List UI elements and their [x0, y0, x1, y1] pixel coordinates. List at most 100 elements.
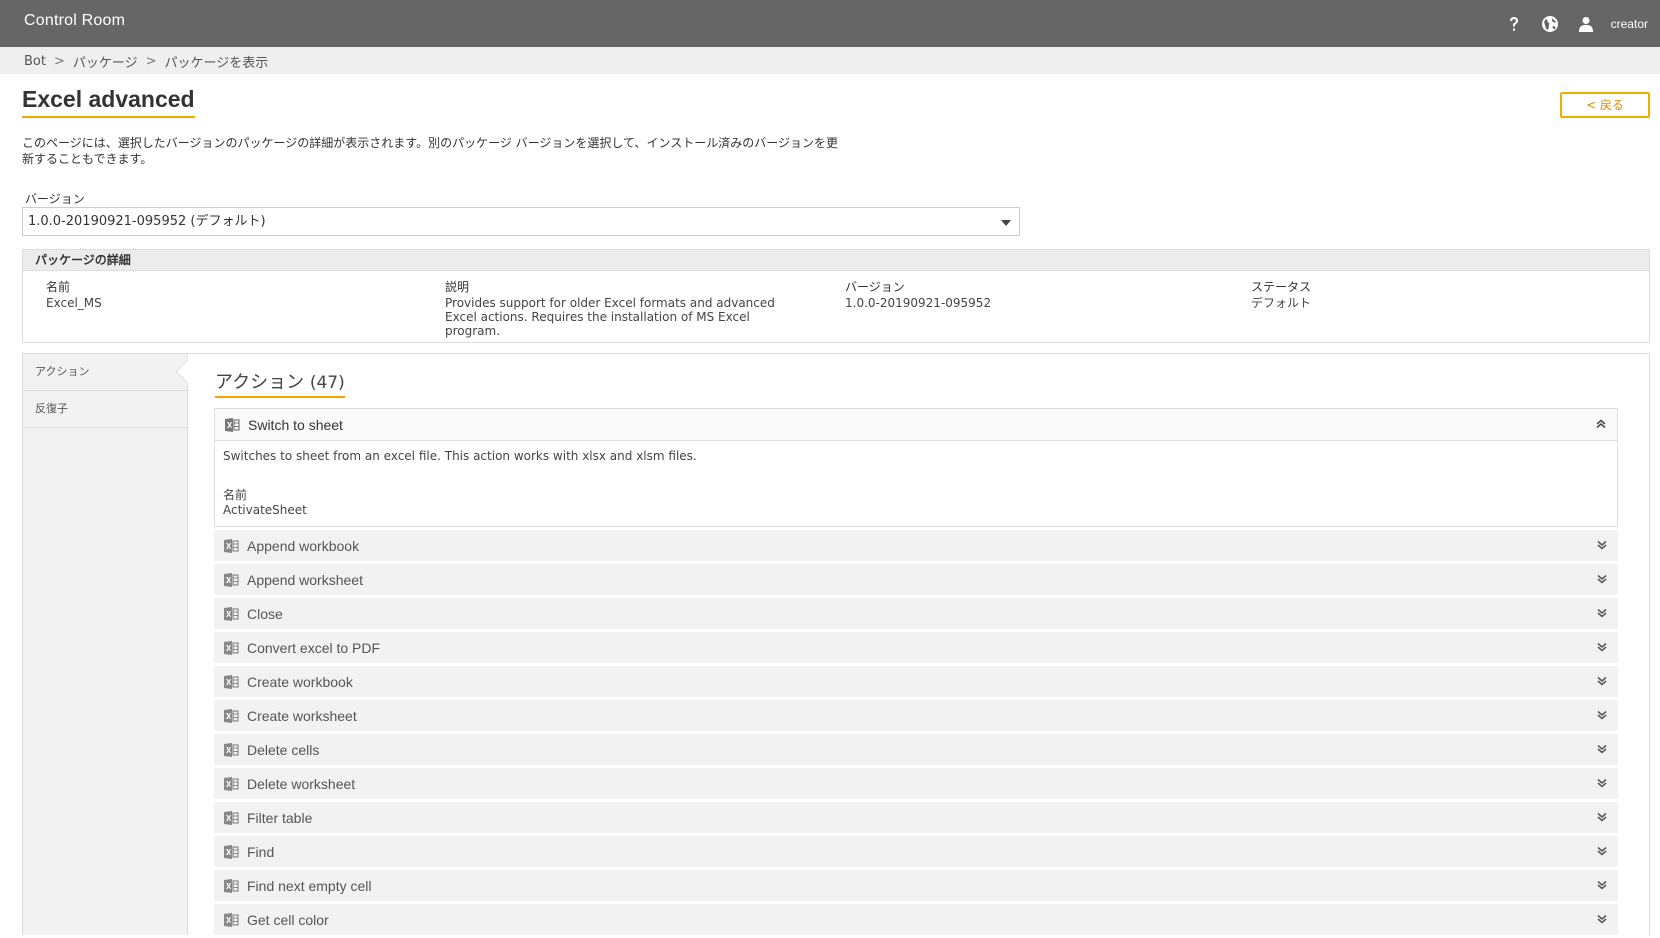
- top-right-tools: creator: [1503, 0, 1648, 47]
- action-item: Get cell color: [214, 904, 1618, 935]
- action-header[interactable]: Convert excel to PDF: [214, 632, 1618, 663]
- package-details: パッケージの詳細 名前 Excel_MS 説明 Provides support…: [22, 249, 1650, 343]
- side-nav: アクション 反復子: [23, 354, 188, 935]
- actions-heading: アクション (47): [215, 368, 345, 398]
- action-header[interactable]: Delete cells: [214, 734, 1618, 765]
- action-item: Filter table: [214, 802, 1618, 833]
- user-icon[interactable]: [1575, 13, 1597, 35]
- chevron-down-icon: [1597, 676, 1607, 686]
- action-item: Convert excel to PDF: [214, 632, 1618, 663]
- action-item: Append workbook: [214, 530, 1618, 561]
- excel-icon: [224, 674, 239, 689]
- excel-icon: [225, 417, 240, 432]
- actions-count: (47): [309, 373, 345, 393]
- version-label: バージョン: [25, 192, 85, 206]
- action-item: Create workbook: [214, 666, 1618, 697]
- breadcrumb-separator: >: [53, 54, 65, 69]
- chevron-down-icon: [1597, 812, 1607, 822]
- detail-description-value: Provides support for older Excel formats…: [445, 296, 775, 338]
- excel-icon: [224, 606, 239, 621]
- action-item: Create worksheet: [214, 700, 1618, 731]
- excel-icon: [224, 810, 239, 825]
- detail-name-value: Excel_MS: [46, 296, 102, 310]
- excel-icon: [224, 844, 239, 859]
- action-item: Close: [214, 598, 1618, 629]
- excel-icon: [224, 912, 239, 927]
- excel-icon: [224, 776, 239, 791]
- top-bar: Control Room creator: [0, 0, 1660, 47]
- breadcrumb: Bot > パッケージ > パッケージを表示: [24, 52, 268, 71]
- action-name: Append worksheet: [247, 571, 363, 588]
- action-item: Delete cells: [214, 734, 1618, 765]
- page-title: Excel advanced: [22, 86, 195, 118]
- action-item: Delete worksheet: [214, 768, 1618, 799]
- action-header[interactable]: Get cell color: [214, 904, 1618, 935]
- action-header[interactable]: Append worksheet: [214, 564, 1618, 595]
- action-name: Close: [247, 605, 283, 622]
- action-header[interactable]: Append workbook: [214, 530, 1618, 561]
- action-name: Filter table: [247, 809, 313, 826]
- chevron-down-icon: [1597, 574, 1607, 584]
- action-item: Find next empty cell: [214, 870, 1618, 901]
- sidebar-item-iterators[interactable]: 反復子: [23, 391, 187, 428]
- chevron-down-icon: [1597, 642, 1607, 652]
- action-name-label: 名前: [223, 488, 248, 502]
- detail-version-value: 1.0.0-20190921-095952: [845, 296, 992, 310]
- action-header[interactable]: Find next empty cell: [214, 870, 1618, 901]
- caret-down-icon: [1001, 220, 1011, 226]
- action-name: Convert excel to PDF: [247, 639, 381, 656]
- action-header[interactable]: Create worksheet: [214, 700, 1618, 731]
- detail-description: 説明 Provides support for older Excel form…: [445, 280, 785, 338]
- detail-status-value: デフォルト: [1251, 296, 1312, 310]
- action-description: Switches to sheet from an excel file. Th…: [223, 449, 697, 463]
- username[interactable]: creator: [1611, 17, 1648, 31]
- action-name: Create workbook: [247, 673, 353, 690]
- action-details: Switches to sheet from an excel file. Th…: [215, 441, 1617, 526]
- chevron-down-icon: [1597, 710, 1607, 720]
- excel-icon: [224, 742, 239, 757]
- chevron-down-icon: [1597, 608, 1607, 618]
- detail-status: ステータス デフォルト: [1251, 280, 1551, 310]
- version-select-value: 1.0.0-20190921-095952 (デフォルト): [28, 214, 266, 229]
- chevron-down-icon: [1597, 914, 1607, 924]
- sidebar-item-actions[interactable]: アクション: [23, 354, 187, 391]
- actions-heading-label: アクション: [215, 372, 305, 393]
- actions-list: Switch to sheet Switches to sheet from a…: [214, 408, 1618, 938]
- chevron-down-icon: [1597, 880, 1607, 890]
- action-internal-name: ActivateSheet: [223, 503, 307, 517]
- breadcrumb-separator: >: [145, 54, 157, 69]
- detail-name: 名前 Excel_MS: [46, 280, 406, 310]
- action-header[interactable]: Create workbook: [214, 666, 1618, 697]
- action-name: Get cell color: [247, 911, 329, 928]
- action-name: Find: [247, 843, 275, 860]
- globe-icon[interactable]: [1539, 13, 1561, 35]
- action-name: Find next empty cell: [247, 877, 372, 894]
- breadcrumb-bar: Bot > パッケージ > パッケージを表示: [0, 47, 1660, 74]
- breadcrumb-bot[interactable]: Bot: [24, 54, 46, 69]
- action-name: Append workbook: [247, 537, 360, 554]
- detail-name-label: 名前: [46, 280, 71, 294]
- detail-version: バージョン 1.0.0-20190921-095952: [845, 280, 1205, 310]
- breadcrumb-current: パッケージを表示: [164, 56, 269, 71]
- chevron-down-icon: [1597, 778, 1607, 788]
- action-header[interactable]: Filter table: [214, 802, 1618, 833]
- chevron-down-icon: [1597, 744, 1607, 754]
- excel-icon: [224, 538, 239, 553]
- excel-icon: [224, 878, 239, 893]
- action-header[interactable]: Switch to sheet: [215, 409, 1617, 441]
- excel-icon: [224, 572, 239, 587]
- action-name: Delete worksheet: [247, 775, 356, 792]
- action-name: Create worksheet: [247, 707, 357, 724]
- action-header[interactable]: Close: [214, 598, 1618, 629]
- excel-icon: [224, 708, 239, 723]
- action-header[interactable]: Find: [214, 836, 1618, 867]
- help-icon[interactable]: [1503, 13, 1525, 35]
- detail-description-label: 説明: [445, 280, 470, 294]
- action-name: Delete cells: [247, 741, 320, 758]
- actions-panel: アクション 反復子 アクション (47) Switch to sheet Swi…: [22, 353, 1650, 935]
- action-header[interactable]: Delete worksheet: [214, 768, 1618, 799]
- version-select[interactable]: 1.0.0-20190921-095952 (デフォルト): [22, 207, 1020, 236]
- action-item: Append worksheet: [214, 564, 1618, 595]
- back-button[interactable]: < 戻る: [1560, 92, 1650, 118]
- breadcrumb-packages[interactable]: パッケージ: [73, 52, 138, 71]
